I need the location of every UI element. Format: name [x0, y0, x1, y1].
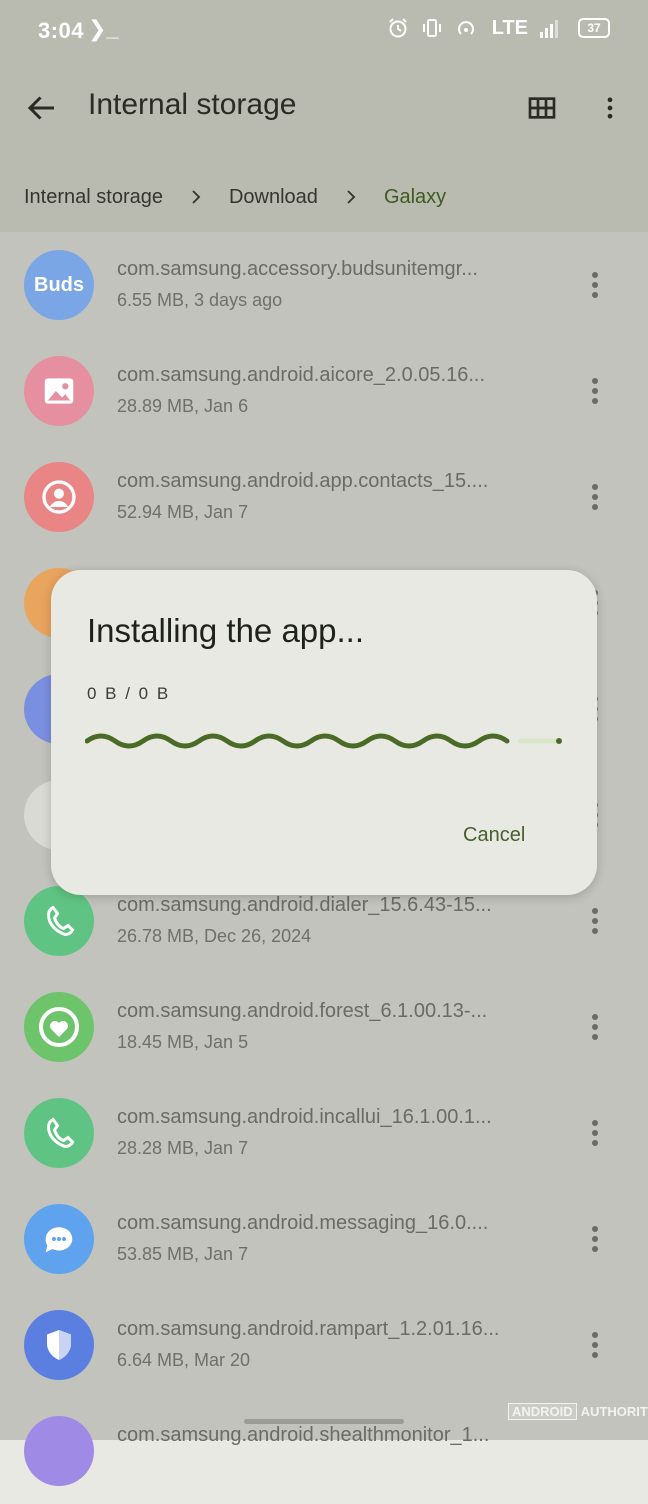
file-name: com.samsung.android.forest_6.1.00.13-...: [117, 1000, 488, 1022]
more-options-icon[interactable]: [586, 906, 604, 936]
buds-icon: Buds: [24, 250, 94, 320]
phone-icon: [24, 886, 94, 956]
network-type: LTE: [491, 16, 528, 39]
dialog-title: Installing the app...: [87, 612, 365, 649]
file-meta: 28.28 MB, Jan 7: [117, 1138, 249, 1158]
breadcrumb-internal-storage[interactable]: Internal storage: [24, 186, 163, 209]
list-item[interactable]: com.samsung.android.app.contacts_15.... …: [0, 444, 648, 550]
file-meta: 18.45 MB, Jan 5: [117, 1032, 249, 1052]
phone-icon: [24, 1098, 94, 1168]
image-icon: [24, 356, 94, 426]
grid-view-icon[interactable]: [526, 92, 558, 124]
chat-icon: [24, 1204, 94, 1274]
file-name: com.samsung.android.shealthmonitor_1...: [117, 1424, 490, 1446]
hotspot-icon: [457, 21, 474, 35]
shield-icon: [24, 1310, 94, 1380]
vibrate-icon: [422, 19, 441, 37]
more-options-icon[interactable]: [586, 1118, 604, 1148]
more-options-icon[interactable]: [586, 376, 604, 406]
file-name: com.samsung.android.dialer_15.6.43-15...: [117, 894, 492, 916]
breadcrumb-download[interactable]: Download: [229, 186, 318, 209]
chevron-right-icon: [347, 190, 356, 204]
file-name: com.samsung.android.incallui_16.1.00.1..…: [117, 1106, 492, 1128]
status-time: 3:04: [38, 18, 85, 43]
progress-indicator: [85, 733, 562, 749]
list-item[interactable]: com.samsung.android.aicore_2.0.05.16... …: [0, 338, 648, 444]
battery-icon: 37: [578, 18, 610, 38]
file-name: com.samsung.android.messaging_16.0....: [117, 1212, 489, 1234]
file-name: com.samsung.android.app.contacts_15....: [117, 470, 489, 492]
list-item[interactable]: com.samsung.android.rampart_1.2.01.16...…: [0, 1292, 648, 1398]
progress-text: 0 B / 0 B: [87, 684, 171, 703]
contact-icon: [24, 462, 94, 532]
list-item[interactable]: Buds com.samsung.accessory.budsunitemgr.…: [0, 232, 648, 338]
health-icon: [24, 1416, 94, 1486]
status-bar: 3:04 ❯_ LTE 37: [0, 0, 648, 62]
file-meta: 6.55 MB, 3 days ago: [117, 290, 283, 310]
more-options-icon[interactable]: [586, 482, 604, 512]
home-indicator[interactable]: [244, 1419, 404, 1424]
buds-icon-label: Buds: [34, 273, 84, 296]
status-icons: LTE 37: [386, 16, 610, 40]
file-meta: 53.85 MB, Jan 7: [117, 1244, 249, 1264]
more-options-icon[interactable]: [586, 270, 604, 300]
file-name: com.samsung.android.aicore_2.0.05.16...: [117, 364, 485, 386]
more-options-icon[interactable]: [586, 1224, 604, 1254]
file-name: com.samsung.accessory.budsunitemgr...: [117, 258, 478, 280]
alarm-icon: [388, 18, 407, 38]
page-title: Internal storage: [88, 88, 297, 121]
more-options-icon[interactable]: [586, 1012, 604, 1042]
file-name: com.samsung.android.rampart_1.2.01.16...: [117, 1318, 500, 1340]
chevron-right-icon: [192, 190, 201, 204]
screen: 3:04 ❯_ LTE 37 Internal storage Internal…: [0, 0, 648, 1486]
file-meta: 28.89 MB, Jan 6: [117, 396, 249, 416]
list-item[interactable]: com.samsung.android.forest_6.1.00.13-...…: [0, 974, 648, 1080]
cancel-button[interactable]: Cancel: [463, 824, 525, 847]
terminal-icon: ❯_: [88, 16, 119, 41]
breadcrumb-galaxy[interactable]: Galaxy: [384, 186, 446, 209]
back-arrow-icon[interactable]: [24, 90, 60, 126]
heart-icon: [24, 992, 94, 1062]
install-dialog: Installing the app... 0 B / 0 B Cancel: [51, 570, 597, 895]
file-meta: 26.78 MB, Dec 26, 2024: [117, 926, 312, 946]
signal-icon: [540, 20, 558, 38]
list-item[interactable]: com.samsung.android.incallui_16.1.00.1..…: [0, 1080, 648, 1186]
watermark-part1: ANDROID: [508, 1403, 577, 1420]
file-meta: 52.94 MB, Jan 7: [117, 502, 249, 522]
more-options-icon[interactable]: [596, 92, 624, 124]
breadcrumb: Internal storage Download Galaxy: [0, 162, 648, 232]
list-item[interactable]: com.samsung.android.messaging_16.0.... 5…: [0, 1186, 648, 1292]
file-meta: 6.64 MB, Mar 20: [117, 1350, 251, 1370]
watermark-logo: ANDROID AUTHORITY: [508, 1403, 648, 1420]
app-bar: Internal storage: [0, 62, 648, 162]
more-options-icon[interactable]: [586, 1330, 604, 1360]
watermark-part2: AUTHORITY: [580, 1404, 648, 1419]
